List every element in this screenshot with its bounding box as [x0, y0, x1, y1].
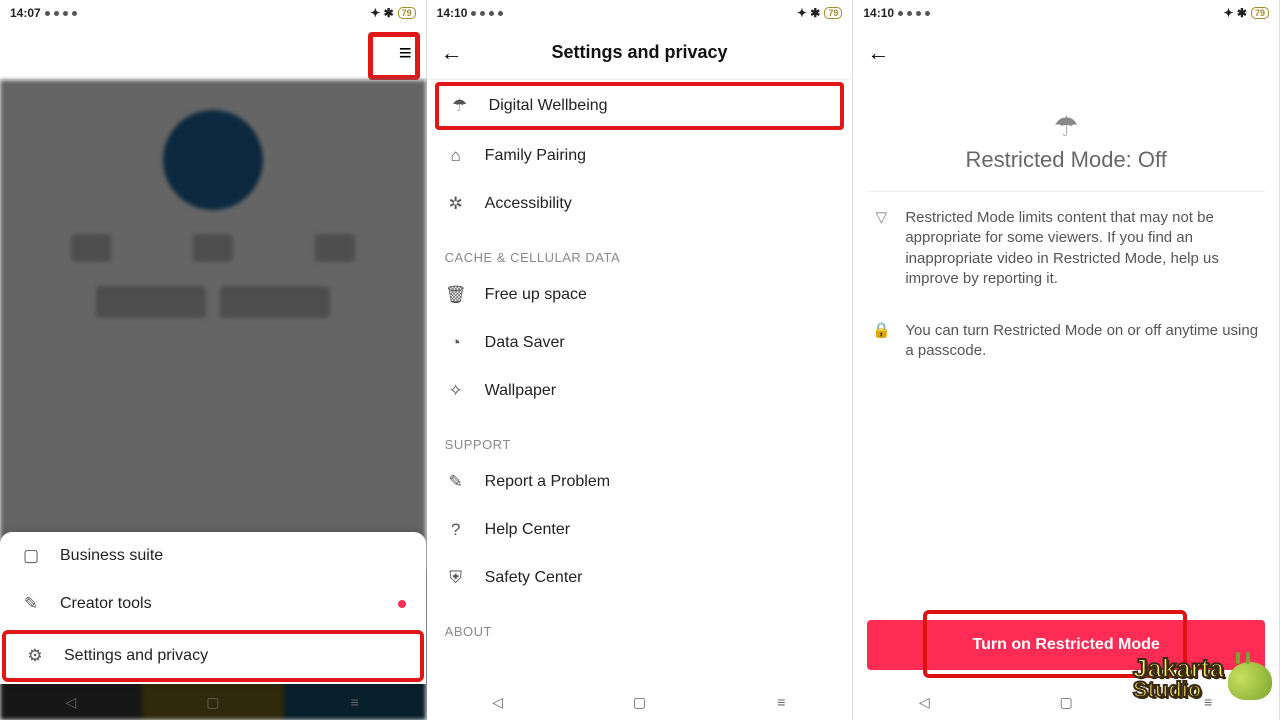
person-circle-icon: ✲ [445, 194, 467, 214]
hamburger-icon[interactable]: ≡ [399, 40, 412, 66]
home-nav-icon[interactable]: ▢ [201, 694, 225, 711]
drop-icon: ◔ [445, 333, 467, 353]
home-icon: ⌂ [445, 146, 467, 166]
restricted-title: Restricted Mode: Off [867, 147, 1265, 173]
section-support: SUPPORT [427, 415, 853, 458]
question-icon: ? [445, 520, 467, 540]
item-safety-center[interactable]: ⛨ Safety Center [427, 554, 853, 602]
android-nav: ◁ ▢ ≡ [427, 684, 853, 720]
watermark-line2: Studio [1133, 680, 1224, 700]
sparkle-icon: ✧ [445, 381, 467, 401]
clock: 14:10 [437, 6, 468, 20]
item-accessibility[interactable]: ✲ Accessibility [427, 180, 853, 228]
section-about: ABOUT [427, 602, 853, 645]
highlight-hamburger [368, 32, 420, 80]
item-family-pairing[interactable]: ⌂ Family Pairing [427, 132, 853, 180]
item-free-up-space[interactable]: 🗑 Free up space [427, 271, 853, 319]
home-nav-icon[interactable]: ▢ [628, 694, 652, 711]
notification-dot [398, 600, 406, 608]
storefront-icon: ▢ [20, 546, 42, 566]
status-bar: 14:07 ✦ ✱79 [0, 0, 426, 26]
section-cache: CACHE & CELLULAR DATA [427, 228, 853, 271]
item-digital-wellbeing[interactable]: ☂ Digital Wellbeing [435, 82, 845, 130]
back-icon[interactable]: ← [441, 40, 463, 66]
recent-nav-icon[interactable]: ≡ [769, 694, 793, 710]
profile-panel: 14:07 ✦ ✱79 ≡ ▢ Business suite ✎ Creator… [0, 0, 427, 720]
settings-header: ← Settings and privacy [427, 26, 853, 80]
item-label: Safety Center [485, 569, 583, 587]
lock-icon: 🔒 [871, 321, 891, 362]
restricted-mode-panel: 14:10 ✦ ✱79 ← ☂ Restricted Mode: Off ▽ R… [853, 0, 1280, 720]
item-wallpaper[interactable]: ✧ Wallpaper [427, 367, 853, 415]
status-bar: 14:10 ✦ ✱79 [427, 0, 853, 26]
menu-label: Settings and privacy [64, 647, 208, 665]
item-report-problem[interactable]: ✎ Report a Problem [427, 458, 853, 506]
item-label: Wallpaper [485, 382, 556, 400]
recent-nav-icon[interactable]: ≡ [343, 694, 367, 710]
info-text: Restricted Mode limits content that may … [905, 208, 1261, 289]
item-data-saver[interactable]: ◔ Data Saver [427, 319, 853, 367]
menu-settings-privacy[interactable]: ⚙ Settings and privacy [2, 630, 424, 682]
watermark-logo: Jakarta Studio [1133, 657, 1272, 700]
home-nav-icon[interactable]: ▢ [1054, 694, 1078, 711]
menu-label: Business suite [60, 547, 163, 565]
info-row-lock: 🔒 You can turn Restricted Mode on or off… [853, 305, 1279, 378]
clock: 14:10 [863, 6, 894, 20]
back-icon[interactable]: ← [867, 40, 889, 66]
back-nav-icon[interactable]: ◁ [59, 694, 83, 711]
back-nav-icon[interactable]: ◁ [912, 694, 936, 711]
settings-list: ☂ Digital Wellbeing ⌂ Family Pairing ✲ A… [427, 80, 853, 720]
menu-creator-tools[interactable]: ✎ Creator tools [0, 580, 426, 628]
status-bar: 14:10 ✦ ✱79 [853, 0, 1279, 26]
item-help-center[interactable]: ? Help Center [427, 506, 853, 554]
android-nav: ◁ ▢ ≡ [0, 684, 426, 720]
menu-label: Creator tools [60, 595, 152, 613]
gear-icon: ⚙ [24, 646, 46, 666]
item-label: Digital Wellbeing [489, 97, 608, 115]
avatar [163, 110, 263, 210]
filter-icon: ▽ [871, 208, 891, 289]
snail-mascot-icon [1228, 662, 1272, 700]
back-nav-icon[interactable]: ◁ [486, 694, 510, 711]
person-icon: ✎ [20, 594, 42, 614]
restricted-header: ← [853, 26, 1279, 80]
restricted-mode-heading: ☂ Restricted Mode: Off [867, 80, 1265, 192]
page-title: Settings and privacy [427, 42, 853, 63]
info-row-filter: ▽ Restricted Mode limits content that ma… [853, 192, 1279, 305]
umbrella-icon: ☂ [867, 110, 1265, 143]
clock: 14:07 [10, 6, 41, 20]
shield-icon: ⛨ [445, 568, 467, 588]
trash-icon: 🗑 [445, 285, 467, 305]
item-label: Free up space [485, 286, 587, 304]
item-label: Report a Problem [485, 473, 610, 491]
item-label: Help Center [485, 521, 570, 539]
item-label: Accessibility [485, 195, 572, 213]
info-text: You can turn Restricted Mode on or off a… [905, 321, 1261, 362]
umbrella-icon: ☂ [449, 96, 471, 116]
pen-icon: ✎ [445, 472, 467, 492]
item-label: Family Pairing [485, 147, 586, 165]
item-label: Data Saver [485, 334, 565, 352]
profile-header: ≡ [0, 26, 426, 80]
bottom-sheet-menu: ▢ Business suite ✎ Creator tools ⚙ Setti… [0, 532, 426, 684]
menu-business-suite[interactable]: ▢ Business suite [0, 532, 426, 580]
settings-panel: 14:10 ✦ ✱79 ← Settings and privacy ☂ Dig… [427, 0, 854, 720]
